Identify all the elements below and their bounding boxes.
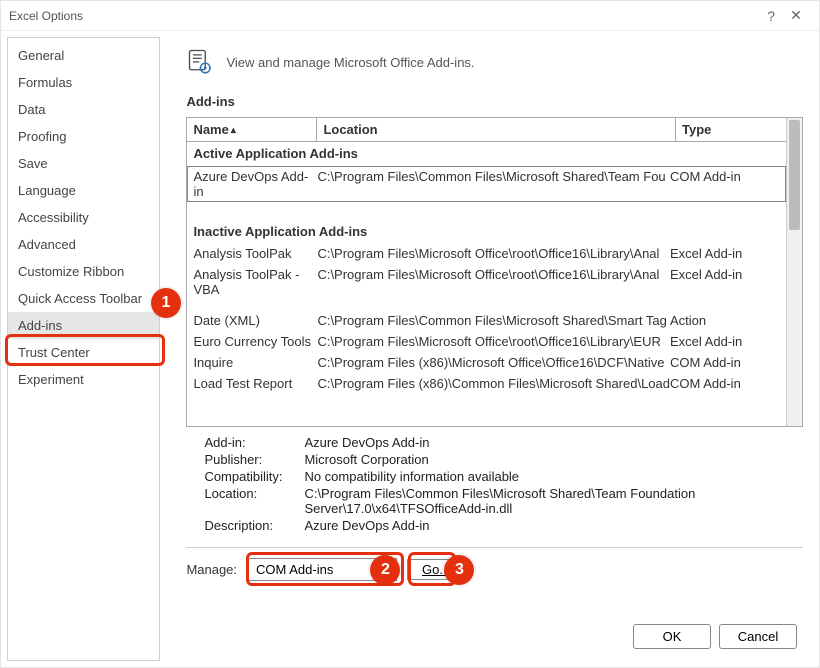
detail-label: Location: [204,486,304,516]
sidebar-item-accessibility[interactable]: Accessibility [8,204,159,231]
table-row[interactable]: Analysis ToolPak C:\Program Files\Micros… [187,243,786,264]
detail-value: C:\Program Files\Common Files\Microsoft … [304,486,803,516]
sidebar-item-experiment[interactable]: Experiment [8,366,159,393]
ok-button[interactable]: OK [633,624,711,649]
detail-value: No compatibility information available [304,469,803,484]
cell-location: C:\Program Files\Microsoft Office\root\O… [317,334,670,349]
detail-label: Compatibility: [204,469,304,484]
cell-type: Action [670,313,780,328]
sidebar-item-addins[interactable]: Add-ins [8,312,159,339]
header-text: View and manage Microsoft Office Add-ins… [226,55,474,70]
scrollbar[interactable] [786,118,802,426]
sidebar-item-quick-access-toolbar[interactable]: Quick Access Toolbar [8,285,159,312]
cell-type: COM Add-in [670,169,780,184]
col-header-type[interactable]: Type [676,118,786,141]
close-button[interactable]: ✕ [781,7,811,24]
scrollbar-thumb[interactable] [789,120,800,230]
cell-name: Analysis ToolPak - VBA [193,267,317,297]
group-active-addins: Active Application Add-ins [187,142,786,166]
window-title: Excel Options [9,9,83,23]
sidebar-item-general[interactable]: General [8,42,159,69]
sidebar-item-customize-ribbon[interactable]: Customize Ribbon [8,258,159,285]
content-pane: View and manage Microsoft Office Add-ins… [160,37,813,661]
cell-name: Euro Currency Tools [193,334,317,349]
table-row[interactable]: Analysis ToolPak - VBA C:\Program Files\… [187,264,786,300]
go-button-label: Go... [422,562,450,577]
sidebar-item-proofing[interactable]: Proofing [8,123,159,150]
dialog-footer: OK Cancel [633,624,797,649]
detail-label: Publisher: [204,452,304,467]
col-header-location[interactable]: Location [317,118,676,141]
sidebar-item-trust-center[interactable]: Trust Center [8,339,159,366]
detail-value: Microsoft Corporation [304,452,803,467]
table-row[interactable]: Euro Currency Tools C:\Program Files\Mic… [187,331,786,352]
cell-type: COM Add-in [670,355,780,370]
col-header-name[interactable]: Name▴ [187,118,317,141]
cell-location: C:\Program Files\Microsoft Office\root\O… [317,267,670,282]
cell-location: C:\Program Files (x86)\Common Files\Micr… [317,376,670,391]
help-button[interactable]: ? [767,8,775,24]
sidebar-item-formulas[interactable]: Formulas [8,69,159,96]
cell-location: C:\Program Files (x86)\Microsoft Office\… [317,355,670,370]
detail-label: Description: [204,518,304,533]
addins-table: Name▴ Location Type Active Application A… [186,117,803,427]
cell-type: Excel Add-in [670,246,780,261]
table-header: Name▴ Location Type [187,118,786,142]
table-row[interactable]: Azure DevOps Add-in C:\Program Files\Com… [187,166,786,202]
cell-name: Date (XML) [193,313,317,328]
detail-label: Add-in: [204,435,304,450]
sidebar-item-language[interactable]: Language [8,177,159,204]
sidebar-item-advanced[interactable]: Advanced [8,231,159,258]
cancel-button[interactable]: Cancel [719,624,797,649]
addin-details: Add-in:Azure DevOps Add-in Publisher:Mic… [186,433,803,535]
table-row[interactable]: Load Test Report C:\Program Files (x86)\… [187,373,786,394]
group-inactive-addins: Inactive Application Add-ins [187,220,786,244]
titlebar: Excel Options ? ✕ [1,1,819,31]
cell-name: Azure DevOps Add-in [193,169,317,199]
manage-label: Manage: [186,562,237,577]
sidebar-item-save[interactable]: Save [8,150,159,177]
cell-location: C:\Program Files\Microsoft Office\root\O… [317,246,670,261]
cell-name: Analysis ToolPak [193,246,317,261]
go-button[interactable]: Go... [407,559,465,580]
cell-location: C:\Program Files\Common Files\Microsoft … [317,313,670,328]
addins-icon [186,47,214,78]
col-header-name-label: Name [193,122,228,137]
sidebar-item-data[interactable]: Data [8,96,159,123]
detail-value: Azure DevOps Add-in [304,518,803,533]
cell-type: Excel Add-in [670,267,780,282]
cell-location: C:\Program Files\Common Files\Microsoft … [317,169,670,184]
cell-type: Excel Add-in [670,334,780,349]
table-row[interactable]: Date (XML) C:\Program Files\Common Files… [187,310,786,331]
sidebar: General Formulas Data Proofing Save Lang… [7,37,160,661]
manage-combo[interactable]: COM Add-ins [247,558,397,581]
table-row[interactable]: Inquire C:\Program Files (x86)\Microsoft… [187,352,786,373]
detail-value: Azure DevOps Add-in [304,435,803,450]
cell-name: Inquire [193,355,317,370]
cell-type: COM Add-in [670,376,780,391]
sort-ascending-icon: ▴ [231,125,236,136]
cell-name: Load Test Report [193,376,317,391]
section-title: Add-ins [186,94,803,109]
separator [186,547,803,548]
